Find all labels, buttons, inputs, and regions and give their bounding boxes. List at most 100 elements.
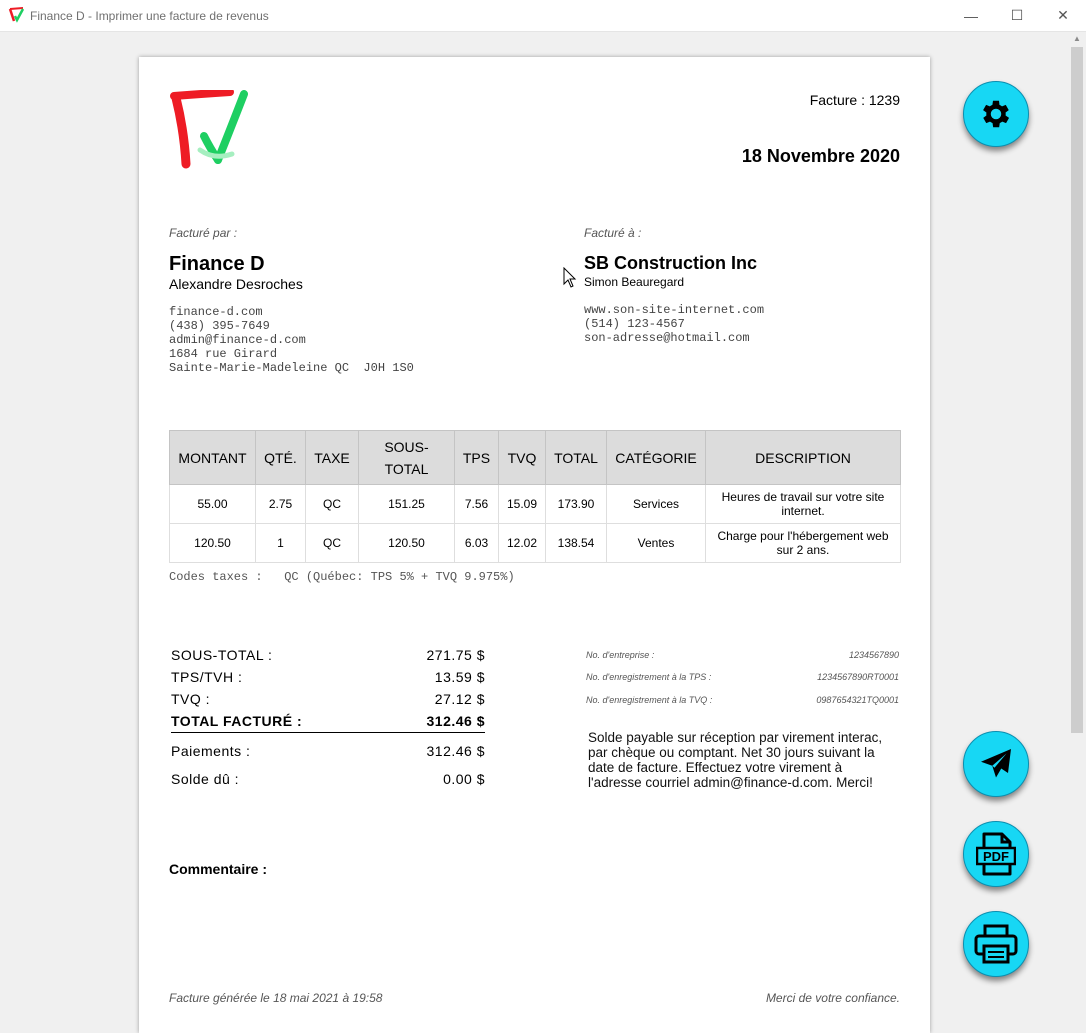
cell-amount: 120.50 bbox=[169, 523, 256, 563]
col-header-description: DESCRIPTION bbox=[705, 430, 901, 485]
maximize-button[interactable]: ☐ bbox=[994, 0, 1040, 31]
subtotal-label: SOUS-TOTAL : bbox=[171, 647, 273, 663]
tvq-registration-label: No. d'enregistrement à la TVQ : bbox=[586, 695, 713, 705]
billed-to-phone: (514) 123-4567 bbox=[584, 317, 685, 331]
cell-total: 173.90 bbox=[545, 484, 607, 524]
cell-tax: QC bbox=[305, 523, 359, 563]
col-header-tax: TAXE bbox=[305, 430, 359, 485]
table-header-row: MONTANT QTÉ. TAXE SOUS-TOTAL TPS TVQ TOT… bbox=[169, 430, 901, 485]
tvq-registration-row: No. d'enregistrement à la TVQ : 09876543… bbox=[586, 695, 899, 705]
thanks-note: Merci de votre confiance. bbox=[765, 991, 900, 1005]
tvq-row: TVQ : 27.12 $ bbox=[171, 691, 485, 707]
pdf-file-icon: PDF bbox=[976, 832, 1016, 876]
tvq-label: TVQ : bbox=[171, 691, 211, 707]
app-logo-icon bbox=[8, 7, 25, 23]
billed-to-website: www.son-site-internet.com bbox=[584, 303, 765, 317]
tvq-value: 27.12 $ bbox=[434, 691, 485, 707]
tps-value: 13.59 $ bbox=[434, 669, 485, 685]
close-button[interactable]: ✕ bbox=[1040, 0, 1086, 31]
title-bar: Finance D - Imprimer une facture de reve… bbox=[0, 0, 1086, 32]
invoice-items-table: MONTANT QTÉ. TAXE SOUS-TOTAL TPS TVQ TOT… bbox=[169, 430, 901, 563]
cell-tvq: 12.02 bbox=[498, 523, 546, 563]
cell-tps: 7.56 bbox=[454, 484, 499, 524]
payments-label: Paiements : bbox=[171, 743, 251, 759]
tps-registration-value: 1234567890RT0001 bbox=[817, 672, 899, 682]
tps-registration-row: No. d'enregistrement à la TPS : 12345678… bbox=[586, 672, 899, 682]
scroll-up-icon[interactable]: ▲ bbox=[1071, 34, 1083, 44]
total-value: 312.46 $ bbox=[426, 713, 485, 729]
cell-amount: 55.00 bbox=[169, 484, 256, 524]
col-header-category: CATÉGORIE bbox=[606, 430, 706, 485]
mouse-cursor-icon bbox=[563, 267, 577, 288]
enterprise-number-label: No. d'entreprise : bbox=[586, 650, 655, 660]
subtotal-row: SOUS-TOTAL : 271.75 $ bbox=[171, 647, 485, 663]
cell-subtotal: 120.50 bbox=[358, 523, 455, 563]
col-header-total: TOTAL bbox=[545, 430, 607, 485]
col-header-tps: TPS bbox=[454, 430, 499, 485]
billed-by-person: Alexandre Desroches bbox=[169, 276, 303, 292]
cell-category: Ventes bbox=[606, 523, 706, 563]
printer-icon bbox=[974, 924, 1018, 964]
cell-category: Services bbox=[606, 484, 706, 524]
invoice-date: 18 Novembre 2020 bbox=[741, 146, 900, 166]
invoice-number: Facture : 1239 bbox=[809, 92, 900, 108]
cell-description: Charge pour l'hébergement web sur 2 ans. bbox=[705, 523, 901, 563]
cell-total: 138.54 bbox=[545, 523, 607, 563]
cell-description: Heures de travail sur votre site interne… bbox=[705, 484, 901, 524]
billed-to-details: www.son-site-internet.com (514) 123-4567… bbox=[584, 303, 764, 345]
tax-codes-note: Codes taxes : QC (Québec: TPS 5% + TVQ 9… bbox=[169, 570, 515, 584]
comment-label: Commentaire : bbox=[169, 861, 268, 877]
billed-by-details: finance-d.com (438) 395-7649 admin@finan… bbox=[169, 305, 414, 375]
cell-tvq: 15.09 bbox=[498, 484, 546, 524]
subtotal-value: 271.75 $ bbox=[426, 647, 485, 663]
table-row: 55.00 2.75 QC 151.25 7.56 15.09 173.90 S… bbox=[169, 484, 901, 524]
billed-by-city: Sainte-Marie-Madeleine QC J0H 1S0 bbox=[169, 361, 414, 375]
billed-to-company: SB Construction Inc bbox=[584, 253, 758, 273]
cell-qty: 1 bbox=[255, 523, 306, 563]
enterprise-number-value: 1234567890 bbox=[848, 650, 899, 660]
cell-tax: QC bbox=[305, 484, 359, 524]
cell-qty: 2.75 bbox=[255, 484, 306, 524]
invoice-page: Facture : 1239 18 Novembre 2020 Facturé … bbox=[139, 57, 930, 1033]
gear-icon bbox=[983, 100, 1010, 128]
window-title: Finance D - Imprimer une facture de reve… bbox=[30, 9, 269, 23]
table-row: 120.50 1 QC 120.50 6.03 12.02 138.54 Ven… bbox=[169, 523, 901, 563]
payment-terms: Solde payable sur réception par virement… bbox=[588, 730, 883, 790]
minimize-icon: — bbox=[964, 7, 978, 24]
balance-due-label: Solde dû : bbox=[171, 771, 240, 787]
print-button[interactable] bbox=[963, 911, 1029, 977]
maximize-icon: ☐ bbox=[1010, 7, 1024, 23]
payments-value: 312.46 $ bbox=[426, 743, 485, 759]
col-header-amount: MONTANT bbox=[169, 430, 256, 485]
billed-to-person: Simon Beauregard bbox=[584, 275, 685, 289]
col-header-subtotal: SOUS-TOTAL bbox=[358, 430, 455, 485]
billed-to-label: Facturé à : bbox=[584, 226, 642, 240]
billed-by-website: finance-d.com bbox=[169, 305, 263, 319]
billed-by-company: Finance D bbox=[169, 253, 265, 275]
balance-due-value: 0.00 $ bbox=[443, 771, 485, 787]
company-logo bbox=[170, 90, 248, 169]
close-icon: ✕ bbox=[1057, 7, 1069, 23]
billed-by-email: admin@finance-d.com bbox=[169, 333, 306, 347]
send-button[interactable] bbox=[963, 731, 1029, 797]
tps-registration-label: No. d'enregistrement à la TPS : bbox=[586, 672, 712, 682]
tps-label: TPS/TVH : bbox=[171, 669, 243, 685]
cell-tps: 6.03 bbox=[454, 523, 499, 563]
tps-row: TPS/TVH : 13.59 $ bbox=[171, 669, 485, 685]
minimize-button[interactable]: — bbox=[948, 0, 994, 31]
col-header-tvq: TVQ bbox=[498, 430, 546, 485]
scrollbar-thumb[interactable] bbox=[1071, 47, 1083, 733]
payments-row: Paiements : 312.46 $ bbox=[171, 743, 485, 759]
paper-plane-icon bbox=[981, 749, 1011, 778]
col-header-qty: QTÉ. bbox=[255, 430, 306, 485]
billed-by-phone: (438) 395-7649 bbox=[169, 319, 270, 333]
total-row: TOTAL FACTURÉ : 312.46 $ bbox=[171, 713, 485, 729]
tvq-registration-value: 0987654321TQ0001 bbox=[816, 695, 899, 705]
billed-by-label: Facturé par : bbox=[169, 226, 238, 240]
balance-due-row: Solde dû : 0.00 $ bbox=[171, 771, 485, 787]
total-label: TOTAL FACTURÉ : bbox=[171, 713, 303, 729]
generated-date: Facture générée le 18 mai 2021 à 19:58 bbox=[169, 991, 383, 1005]
total-divider bbox=[171, 732, 485, 733]
export-pdf-button[interactable]: PDF bbox=[963, 821, 1029, 887]
settings-button[interactable] bbox=[963, 81, 1029, 147]
